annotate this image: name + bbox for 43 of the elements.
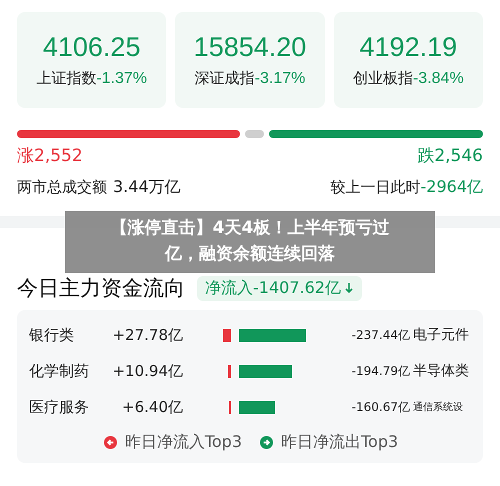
section-title: 今日主力资金流向 [17, 275, 185, 302]
advancing-count: 涨2,552 [17, 145, 83, 167]
outflow-bar [239, 328, 306, 342]
net-flow-badge: 净流入-1407.62亿 [197, 276, 362, 300]
compare-value: -2964亿 [420, 177, 483, 198]
outflow-sector[interactable]: 电子元件 [413, 326, 473, 344]
index-card[interactable]: 4192.19 创业板指-3.84% [334, 12, 483, 108]
inflow-sector[interactable]: 银行类 [29, 326, 103, 344]
outflow-amount: -160.67亿 [350, 398, 411, 416]
turnover-label: 两市总成交额 [17, 178, 107, 197]
index-value: 15854.20 [194, 32, 306, 63]
inflow-amount: +27.78亿 [111, 326, 183, 344]
index-value: 4192.19 [360, 32, 458, 63]
down-arrow-icon [344, 282, 354, 294]
inflow-icon [104, 436, 117, 449]
index-change: -3.84% [412, 70, 464, 88]
inflow-bar [223, 328, 231, 342]
outflow-amount: -237.44亿 [350, 326, 411, 344]
turnover-value: 3.44万亿 [113, 177, 181, 198]
index-card[interactable]: 4106.25 上证指数-1.37% [17, 12, 166, 108]
index-name: 创业板指 [352, 69, 413, 88]
legend-label: 昨日净流出Top3 [281, 432, 398, 453]
inflow-amount: +6.40亿 [121, 398, 183, 416]
inflow-sector[interactable]: 化学制药 [29, 362, 103, 380]
outflow-amount: -194.79亿 [350, 362, 411, 380]
legend-label: 昨日净流入Top3 [124, 432, 242, 453]
index-name: 深证成指 [194, 69, 255, 88]
index-name: 上证指数 [36, 69, 96, 88]
declining-count: 跌2,546 [417, 145, 483, 167]
inflow-bar [228, 364, 231, 378]
index-change: -1.37% [96, 70, 148, 88]
inflow-sector[interactable]: 医疗服务 [29, 398, 103, 416]
outflow-sector[interactable]: 半导体类 [413, 362, 473, 380]
outflow-bar [239, 400, 275, 414]
outflow-bar [239, 364, 292, 378]
outflow-icon [260, 436, 273, 449]
inflow-amount: +10.94亿 [111, 362, 183, 380]
index-value: 4106.25 [42, 32, 140, 63]
flat-bar [245, 130, 264, 138]
outflow-sector[interactable]: 通信系统设 [413, 400, 473, 414]
index-change: -3.17% [254, 70, 306, 88]
index-card[interactable]: 15854.20 深证成指-3.17% [175, 12, 325, 108]
compare-label: 较上一日此时 [330, 178, 420, 197]
